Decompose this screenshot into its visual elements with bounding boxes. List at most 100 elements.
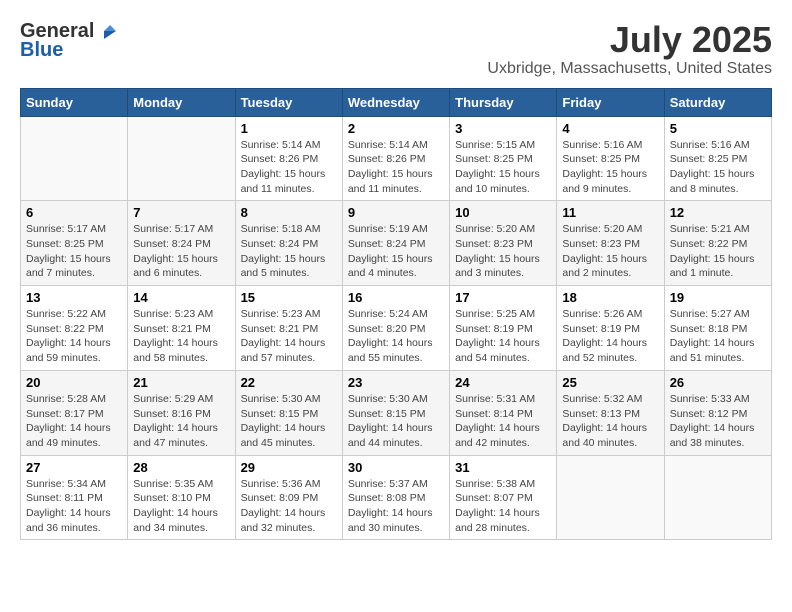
day-info: Sunrise: 5:37 AMSunset: 8:08 PMDaylight:… [348,477,444,536]
day-number: 26 [670,375,766,390]
header-saturday: Saturday [664,88,771,116]
calendar-cell: 22Sunrise: 5:30 AMSunset: 8:15 PMDayligh… [235,370,342,455]
calendar-cell: 10 Sunrise: 5:20 AMSunset: 8:23 PMDayligh… [450,201,557,286]
header-sunday: Sunday [21,88,128,116]
calendar-cell: 16 Sunrise: 5:24 AMSunset: 8:20 PMDayligh… [342,286,449,371]
day-info: Sunrise: 5:17 AMSunset: 8:24 PMDaylight:… [133,222,229,281]
day-info: Sunrise: 5:29 AMSunset: 8:16 PMDaylight:… [133,392,229,451]
day-info: Sunrise: 5:20 AMSunset: 8:23 PMDaylight:… [455,222,551,281]
day-info: Sunrise: 5:16 AMSunset: 8:25 PMDaylight:… [562,138,658,197]
week-row-1: 1 Sunrise: 5:14 AMSunset: 8:26 PMDaylight… [21,116,772,201]
day-number: 9 [348,205,444,220]
day-info: Sunrise: 5:19 AMSunset: 8:24 PMDaylight:… [348,222,444,281]
day-number: 10 [455,205,551,220]
day-info: Sunrise: 5:30 AMSunset: 8:15 PMDaylight:… [241,392,337,451]
calendar-header: SundayMondayTuesdayWednesdayThursdayFrid… [21,88,772,116]
calendar-cell [21,116,128,201]
day-info: Sunrise: 5:16 AMSunset: 8:25 PMDaylight:… [670,138,766,197]
logo-icon [98,21,120,43]
day-info: Sunrise: 5:15 AMSunset: 8:25 PMDaylight:… [455,138,551,197]
day-info: Sunrise: 5:24 AMSunset: 8:20 PMDaylight:… [348,307,444,366]
day-number: 12 [670,205,766,220]
day-number: 27 [26,460,122,475]
day-info: Sunrise: 5:27 AMSunset: 8:18 PMDaylight:… [670,307,766,366]
day-number: 2 [348,121,444,136]
day-number: 5 [670,121,766,136]
calendar-cell: 20Sunrise: 5:28 AMSunset: 8:17 PMDayligh… [21,370,128,455]
day-number: 17 [455,290,551,305]
calendar-cell: 27 Sunrise: 5:34 AMSunset: 8:11 PMDayligh… [21,455,128,540]
day-info: Sunrise: 5:30 AMSunset: 8:15 PMDaylight:… [348,392,444,451]
calendar-cell: 14 Sunrise: 5:23 AMSunset: 8:21 PMDayligh… [128,286,235,371]
page-subtitle: Uxbridge, Massachusetts, United States [487,60,772,78]
day-info: Sunrise: 5:23 AMSunset: 8:21 PMDaylight:… [241,307,337,366]
day-number: 13 [26,290,122,305]
header-monday: Monday [128,88,235,116]
day-number: 31 [455,460,551,475]
calendar-cell: 3 Sunrise: 5:15 AMSunset: 8:25 PMDaylight… [450,116,557,201]
day-number: 14 [133,290,229,305]
calendar-cell [128,116,235,201]
day-number: 23 [348,375,444,390]
calendar-cell: 2 Sunrise: 5:14 AMSunset: 8:26 PMDaylight… [342,116,449,201]
day-number: 19 [670,290,766,305]
day-info: Sunrise: 5:34 AMSunset: 8:11 PMDaylight:… [26,477,122,536]
calendar-body: 1 Sunrise: 5:14 AMSunset: 8:26 PMDaylight… [21,116,772,540]
calendar-cell: 25 Sunrise: 5:32 AMSunset: 8:13 PMDayligh… [557,370,664,455]
calendar-cell: 29 Sunrise: 5:36 AMSunset: 8:09 PMDayligh… [235,455,342,540]
day-info: Sunrise: 5:32 AMSunset: 8:13 PMDaylight:… [562,392,658,451]
calendar-cell: 24Sunrise: 5:31 AMSunset: 8:14 PMDayligh… [450,370,557,455]
calendar-cell [664,455,771,540]
week-row-2: 6 Sunrise: 5:17 AMSunset: 8:25 PMDaylight… [21,201,772,286]
calendar-cell: 13 Sunrise: 5:22 AMSunset: 8:22 PMDayligh… [21,286,128,371]
day-info: Sunrise: 5:33 AMSunset: 8:12 PMDaylight:… [670,392,766,451]
day-info: Sunrise: 5:38 AMSunset: 8:07 PMDaylight:… [455,477,551,536]
calendar-cell: 28 Sunrise: 5:35 AMSunset: 8:10 PMDayligh… [128,455,235,540]
header-row: SundayMondayTuesdayWednesdayThursdayFrid… [21,88,772,116]
calendar-cell: 18Sunrise: 5:26 AMSunset: 8:19 PMDayligh… [557,286,664,371]
day-number: 20 [26,375,122,390]
logo-blue: Blue [20,39,63,62]
day-info: Sunrise: 5:17 AMSunset: 8:25 PMDaylight:… [26,222,122,281]
day-number: 6 [26,205,122,220]
day-info: Sunrise: 5:20 AMSunset: 8:23 PMDaylight:… [562,222,658,281]
calendar-cell: 30 Sunrise: 5:37 AMSunset: 8:08 PMDayligh… [342,455,449,540]
day-number: 16 [348,290,444,305]
header-friday: Friday [557,88,664,116]
day-info: Sunrise: 5:14 AMSunset: 8:26 PMDaylight:… [241,138,337,197]
header-thursday: Thursday [450,88,557,116]
calendar-cell: 4 Sunrise: 5:16 AMSunset: 8:25 PMDaylight… [557,116,664,201]
day-number: 3 [455,121,551,136]
calendar-cell: 9 Sunrise: 5:19 AMSunset: 8:24 PMDaylight… [342,201,449,286]
day-number: 29 [241,460,337,475]
calendar-cell: 11Sunrise: 5:20 AMSunset: 8:23 PMDayligh… [557,201,664,286]
calendar-cell: 21 Sunrise: 5:29 AMSunset: 8:16 PMDayligh… [128,370,235,455]
day-number: 8 [241,205,337,220]
calendar-cell: 23 Sunrise: 5:30 AMSunset: 8:15 PMDayligh… [342,370,449,455]
logo: General Blue [20,20,120,62]
day-number: 30 [348,460,444,475]
day-number: 1 [241,121,337,136]
calendar-cell: 7Sunrise: 5:17 AMSunset: 8:24 PMDaylight… [128,201,235,286]
header-tuesday: Tuesday [235,88,342,116]
day-info: Sunrise: 5:26 AMSunset: 8:19 PMDaylight:… [562,307,658,366]
header-wednesday: Wednesday [342,88,449,116]
day-info: Sunrise: 5:23 AMSunset: 8:21 PMDaylight:… [133,307,229,366]
calendar-cell: 31 Sunrise: 5:38 AMSunset: 8:07 PMDayligh… [450,455,557,540]
day-info: Sunrise: 5:36 AMSunset: 8:09 PMDaylight:… [241,477,337,536]
day-info: Sunrise: 5:35 AMSunset: 8:10 PMDaylight:… [133,477,229,536]
day-number: 28 [133,460,229,475]
week-row-5: 27 Sunrise: 5:34 AMSunset: 8:11 PMDayligh… [21,455,772,540]
day-info: Sunrise: 5:22 AMSunset: 8:22 PMDaylight:… [26,307,122,366]
day-number: 21 [133,375,229,390]
day-number: 25 [562,375,658,390]
calendar-cell: 12 Sunrise: 5:21 AMSunset: 8:22 PMDayligh… [664,201,771,286]
week-row-4: 20Sunrise: 5:28 AMSunset: 8:17 PMDayligh… [21,370,772,455]
day-info: Sunrise: 5:14 AMSunset: 8:26 PMDaylight:… [348,138,444,197]
day-number: 4 [562,121,658,136]
day-info: Sunrise: 5:31 AMSunset: 8:14 PMDaylight:… [455,392,551,451]
calendar-cell: 17Sunrise: 5:25 AMSunset: 8:19 PMDayligh… [450,286,557,371]
day-info: Sunrise: 5:21 AMSunset: 8:22 PMDaylight:… [670,222,766,281]
day-number: 15 [241,290,337,305]
calendar-cell: 6 Sunrise: 5:17 AMSunset: 8:25 PMDaylight… [21,201,128,286]
